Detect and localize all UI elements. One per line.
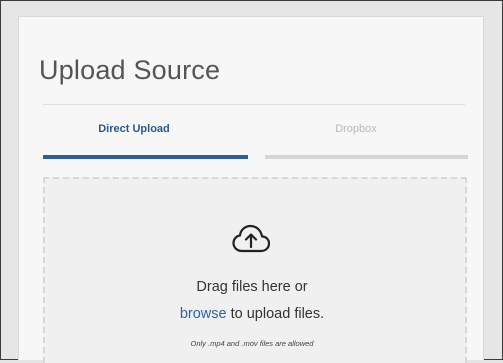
- tab-dropbox-indicator: [265, 155, 468, 159]
- tab-dropbox[interactable]: Dropbox: [265, 123, 447, 135]
- upload-source-panel: Upload Source Direct Upload Dropbox Drag…: [18, 16, 485, 363]
- browse-line: browse to upload files.: [19, 306, 485, 322]
- tab-direct-upload[interactable]: Direct Upload: [43, 123, 225, 135]
- file-dropzone[interactable]: [43, 177, 467, 363]
- drag-files-text: Drag files here or: [196, 279, 308, 295]
- browse-link[interactable]: browse: [180, 306, 227, 322]
- file-type-note: Only .mp4 and .mov files are allowed: [190, 339, 314, 348]
- title-divider: [43, 104, 465, 105]
- panel-title: Upload Source: [39, 55, 221, 85]
- tab-direct-upload-indicator: [43, 155, 248, 159]
- cloud-upload-icon: [232, 224, 270, 253]
- browse-suffix-text: to upload files.: [226, 306, 325, 322]
